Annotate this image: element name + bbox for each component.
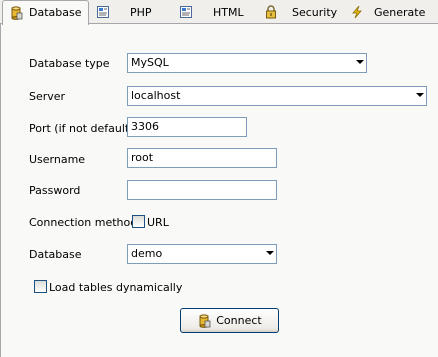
load-tables-checkbox[interactable] (34, 280, 47, 293)
html-file-icon (179, 5, 193, 19)
tab-label: Security (292, 5, 338, 19)
tab-label: Generate (374, 5, 426, 19)
connect-button[interactable]: Connect (180, 308, 279, 333)
database-value: demo (131, 247, 163, 260)
password-label: Password (29, 184, 81, 197)
server-value: localhost (131, 89, 181, 102)
database-icon (197, 313, 211, 328)
port-input[interactable]: 3306 (127, 117, 247, 137)
connect-button-label: Connect (216, 314, 262, 327)
url-checkbox[interactable] (132, 215, 145, 228)
port-value: 3306 (131, 120, 159, 133)
padlock-icon (264, 5, 278, 19)
php-file-icon (96, 5, 110, 19)
tab-html[interactable]: HTML (179, 1, 244, 23)
database-type-value: MySQL (131, 56, 169, 69)
chevron-down-icon (266, 251, 274, 255)
database-icon (9, 5, 23, 20)
tab-database[interactable]: Database (2, 0, 89, 25)
url-checkbox-label: URL (147, 216, 169, 229)
server-select[interactable]: localhost (127, 86, 427, 106)
database-label: Database (29, 248, 82, 261)
username-value: root (131, 151, 154, 164)
server-label: Server (29, 90, 66, 103)
username-input[interactable]: root (127, 148, 277, 168)
connection-method-label: Connection method (29, 216, 138, 229)
username-label: Username (29, 153, 86, 166)
tab-generate[interactable]: Generate (350, 1, 425, 23)
tab-bar: Database PHP HTML Security Generate (0, 0, 438, 25)
database-type-label: Database type (29, 57, 110, 70)
database-select[interactable]: demo (127, 244, 277, 264)
database-type-select[interactable]: MySQL (127, 53, 367, 73)
tab-label: PHP (130, 5, 152, 19)
password-input[interactable] (127, 180, 277, 200)
chevron-down-icon (356, 60, 364, 64)
tab-php[interactable]: PHP (96, 1, 152, 23)
lightning-icon (350, 5, 364, 19)
tab-security[interactable]: Security (264, 1, 337, 23)
chevron-down-icon (416, 93, 424, 97)
port-label: Port (if not default) (29, 122, 134, 135)
tab-label: HTML (213, 5, 244, 19)
tab-label: Database (29, 6, 82, 19)
load-tables-label: Load tables dynamically (49, 281, 183, 294)
